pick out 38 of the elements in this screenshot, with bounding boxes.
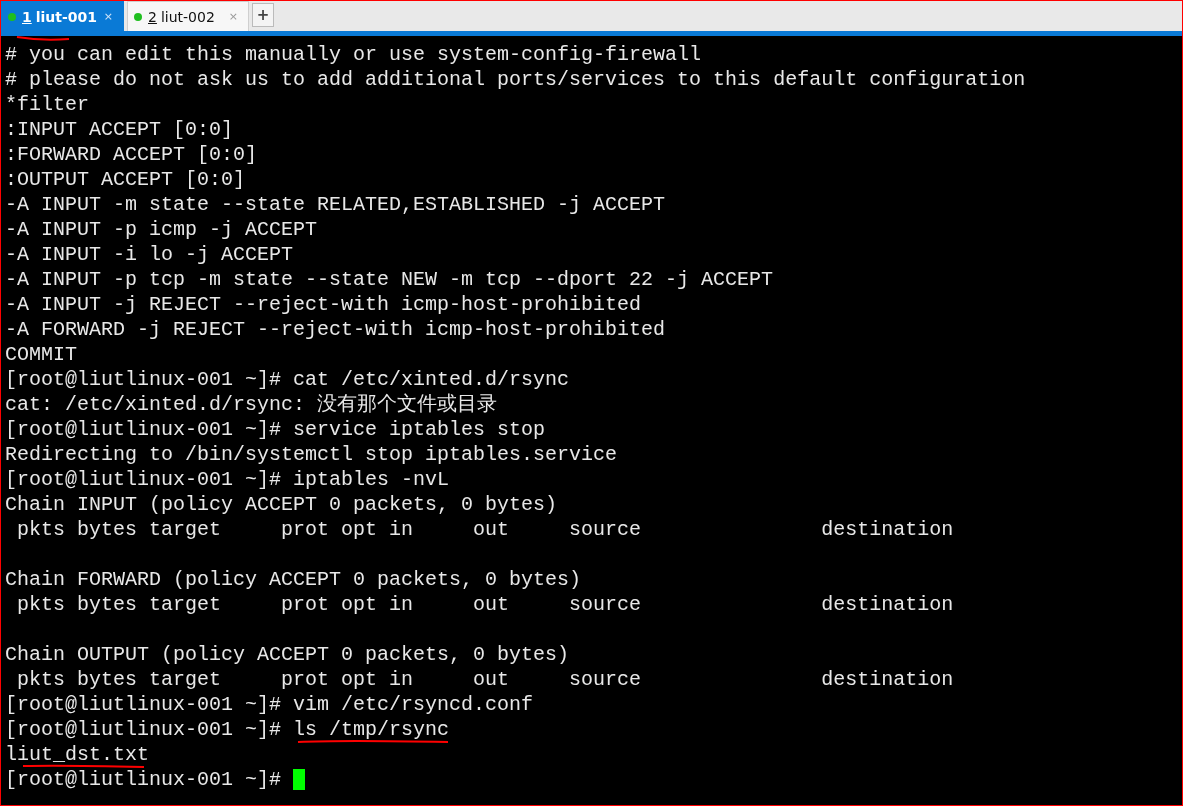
terminal-line: [root@liutlinux-001 ~]# cat /etc/xinted.d/rsync <box>5 369 570 390</box>
terminal-line: [root@liutlinux-001 ~]# ls /tmp/rsync <box>5 719 450 740</box>
terminal-line: -A INPUT -j REJECT --reject-with icmp-host-prohibited <box>5 294 642 315</box>
terminal-line: *filter <box>5 94 89 115</box>
tab-number: 1 <box>22 8 32 25</box>
tab-label: liut-001 <box>35 8 99 25</box>
tab[interactable]: 2 liut-002 × <box>127 1 249 31</box>
new-tab-button[interactable]: + <box>252 3 274 27</box>
terminal-line: :FORWARD ACCEPT [0:0] <box>5 144 258 165</box>
terminal-line: pkts bytes target prot opt in out source destination <box>16 669 954 690</box>
terminal-line: Chain INPUT (policy ACCEPT 0 packets, 0 bytes) <box>5 494 558 515</box>
terminal-line: pkts bytes target prot opt in out source destination <box>16 519 954 540</box>
tab-label: liut-002 <box>160 8 216 25</box>
terminal-line: -A FORWARD -j REJECT --reject-with icmp-host-prohibited <box>5 319 666 340</box>
close-icon[interactable]: × <box>103 10 113 23</box>
terminal-line: :OUTPUT ACCEPT [0:0] <box>5 169 246 190</box>
tab[interactable]: 1 liut-001 × <box>1 1 124 31</box>
terminal-line: # please do not ask us to add additional ports/services to this default configuration <box>5 69 1026 90</box>
terminal-line: cat: /etc/xinted.d/rsync: 没有那个文件或目录 <box>5 394 498 415</box>
close-icon[interactable]: × <box>228 10 238 23</box>
terminal-line: :INPUT ACCEPT [0:0] <box>5 119 234 140</box>
terminal-line: [root@liutlinux-001 ~]# service iptables stop <box>5 419 546 440</box>
terminal-line: -A INPUT -p icmp -j ACCEPT <box>5 219 318 240</box>
terminal-prompt: [root@liutlinux-001 ~]# <box>5 769 283 790</box>
terminal-line: pkts bytes target prot opt in out source destination <box>16 594 954 615</box>
terminal-line: # you can edit this manually or use system-config-firewall <box>5 44 702 65</box>
terminal-line: Chain FORWARD (policy ACCEPT 0 packets, 0 bytes) <box>5 569 582 590</box>
annotation-underline <box>16 36 70 41</box>
tab-number: 2 <box>148 8 157 25</box>
terminal-line: [root@liutlinux-001 ~]# iptables -nvL <box>5 469 450 490</box>
terminal-line: COMMIT <box>5 344 77 365</box>
terminal-line: [root@liutlinux-001 ~]# vim /etc/rsyncd.conf <box>5 694 534 715</box>
terminal-line: -A INPUT -p tcp -m state --state NEW -m tcp --dport 22 -j ACCEPT <box>5 269 774 290</box>
terminal-line: Redirecting to /bin/systemctl stop iptables.service <box>5 444 618 465</box>
terminal-line: -A INPUT -i lo -j ACCEPT <box>5 244 294 265</box>
terminal-line: -A INPUT -m state --state RELATED,ESTABLISHED -j ACCEPT <box>5 194 666 215</box>
terminal-line: Chain OUTPUT (policy ACCEPT 0 packets, 0 bytes) <box>5 644 570 665</box>
terminal-line: liut_dst.txt <box>5 744 150 765</box>
